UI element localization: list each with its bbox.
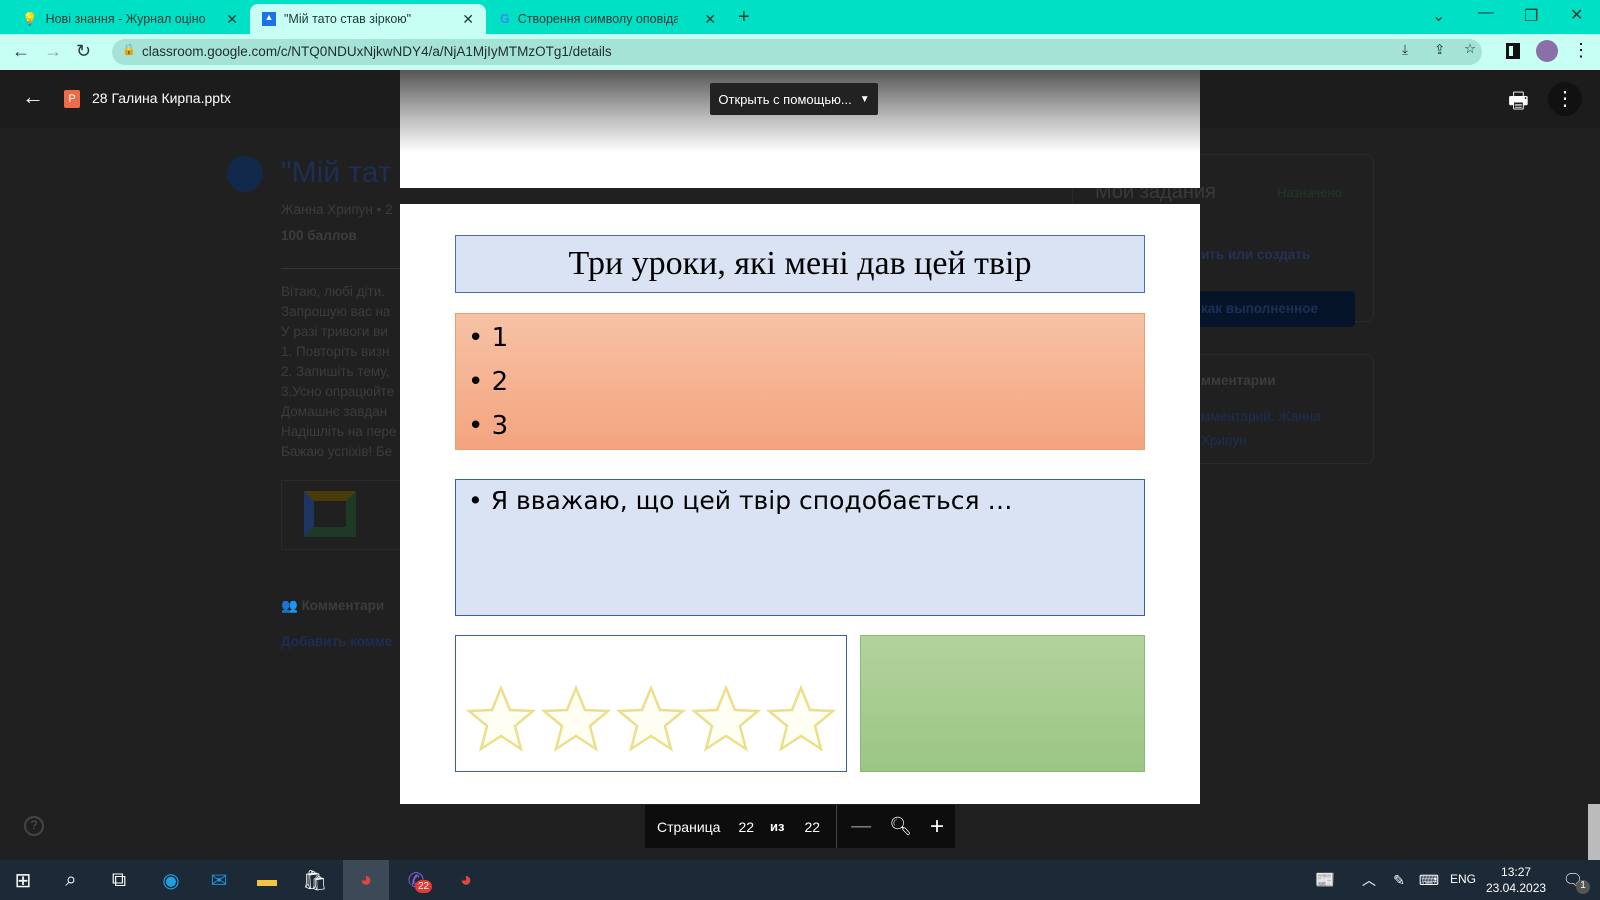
language-indicator[interactable]: ENG	[1450, 872, 1476, 886]
share-icon[interactable]: ⇪	[1434, 42, 1445, 58]
close-tab-icon[interactable]: ✕	[704, 11, 716, 28]
scrollbar[interactable]	[1588, 804, 1600, 860]
green-box	[860, 635, 1145, 772]
file-name: 28 Галина Кирпа.pptx	[92, 90, 231, 106]
mail-icon[interactable]: ✉	[196, 860, 242, 900]
lock-icon: 🔒	[122, 44, 136, 56]
powerpoint-icon: P	[64, 90, 80, 108]
add-or-create-button[interactable]: ить или создать	[1201, 247, 1310, 262]
slide-title: Три уроки, які мені дав цей твір	[455, 235, 1145, 293]
new-tab-button[interactable]: +	[738, 6, 750, 29]
install-icon[interactable]: ⤓	[1402, 42, 1408, 58]
address-bar-row: ← → ↻ 🔒 classroom.google.com/c/NTQ0NDUxNj…	[0, 34, 1600, 70]
close-tab-icon[interactable]: ✕	[226, 11, 238, 28]
assignment-title: "Мій тат	[281, 156, 392, 189]
classroom-icon: ▲	[262, 12, 276, 26]
task-view-icon[interactable]: ⧉	[96, 860, 142, 900]
dropdown-arrow-icon: ▼	[859, 93, 870, 105]
page-navigation: Страница 22 из 22 — 🔍︎ +	[645, 805, 955, 848]
tab-bar: 💡 Нові знання - Журнал оцінок - ✕ ▲ "Мій т…	[0, 0, 1600, 34]
profile-avatar[interactable]	[1536, 40, 1558, 62]
add-private-comment-link[interactable]: мментарий: Жанна Хрипун	[1201, 405, 1321, 453]
points: 100 баллов	[281, 228, 357, 243]
reload-icon[interactable]: ↻	[76, 41, 91, 62]
chrome-menu-icon[interactable]: ⋮	[1572, 40, 1590, 61]
star-icon	[466, 685, 537, 752]
more-options-icon[interactable]: ⋮	[1548, 82, 1582, 116]
author: Жанна Хрипун • 2	[281, 202, 393, 217]
help-icon[interactable]: ?	[24, 816, 44, 836]
print-icon[interactable]: 🖶	[1508, 84, 1529, 122]
zoom-in-button[interactable]: +	[930, 813, 944, 841]
lessons-list: • 1 • 2 • 3	[455, 313, 1145, 450]
bullet-item: • 3	[468, 411, 509, 441]
side-panel-icon[interactable]	[1506, 43, 1520, 59]
close-window-button[interactable]: ✕	[1570, 5, 1583, 25]
bullet-item: • 1	[468, 323, 509, 353]
opinion-box: • Я вважаю, що цей твір сподобається …	[455, 479, 1145, 616]
store-icon[interactable]: 🛍	[292, 860, 338, 900]
page-number-input[interactable]: 22	[738, 819, 754, 835]
search-icon[interactable]: ⌕	[48, 860, 94, 900]
bullet-item: • 2	[468, 367, 509, 397]
restore-button[interactable]: ❐	[1524, 6, 1538, 26]
windows-start-icon[interactable]: ⊞	[0, 860, 46, 900]
google-icon: G	[500, 12, 510, 26]
news-widget-icon[interactable]: 📰	[1302, 860, 1348, 900]
rating-stars	[455, 635, 847, 772]
open-with-button[interactable]: Открыть с помощью... ▼	[710, 83, 878, 115]
star-icon	[690, 685, 761, 752]
url-input[interactable]: 🔒 classroom.google.com/c/NTQ0NDUxNjkwNDY4…	[112, 39, 1482, 65]
assignment-icon	[227, 156, 263, 192]
add-comment-link[interactable]: Добавить комме	[281, 634, 392, 649]
comments-label: 👥 Комментари	[281, 598, 385, 613]
people-icon: 👥	[281, 598, 302, 613]
zoom-icon[interactable]: 🔍︎	[889, 816, 912, 837]
bulb-icon: 💡	[22, 11, 38, 26]
clock[interactable]: 13:27 23.04.2023	[1486, 864, 1546, 896]
google-meet-icon	[304, 491, 356, 537]
chrome-profile-icon[interactable]: ◕	[443, 860, 489, 900]
close-tab-icon[interactable]: ✕	[462, 11, 474, 28]
back-icon[interactable]: ←	[12, 41, 30, 62]
instructions: Вітаю, любі діти. Запрошую вас на У разі т…	[281, 284, 397, 459]
zoom-out-button[interactable]: —	[851, 815, 871, 838]
file-explorer-icon[interactable]: ▬	[244, 860, 290, 900]
star-icon	[615, 685, 686, 752]
divider	[281, 268, 401, 269]
chrome-icon[interactable]: ◕	[343, 860, 389, 900]
back-arrow-icon[interactable]: ←	[22, 84, 44, 110]
tab-classroom[interactable]: ▲ "Мій тато став зіркою" ✕	[250, 4, 486, 34]
edge-icon[interactable]: ◉	[148, 860, 194, 900]
meet-attachment[interactable]	[281, 480, 401, 550]
tab-google[interactable]: GСтворення символу оповідання✕	[488, 4, 728, 34]
tab-search-icon[interactable]: ⌄	[1432, 6, 1445, 26]
star-icon	[765, 685, 836, 752]
tab-journal[interactable]: 💡 Нові знання - Журнал оцінок - ✕	[10, 4, 250, 34]
taskbar: ⊞ ⌕ ⧉ ◉ ✉ ▬ 🛍 ◕ ✆ 22 ◕ 📰 ︿ ✎ ⌨ ENG 13:27 2…	[0, 860, 1600, 900]
notifications-icon[interactable]: 🗨 1	[1550, 860, 1596, 900]
slide-page: Три уроки, які мені дав цей твір • 1 • 2…	[400, 204, 1200, 804]
minimize-button[interactable]: —	[1478, 4, 1494, 22]
bookmark-star-icon[interactable]: ☆	[1464, 41, 1476, 57]
viber-badge: 22	[415, 880, 433, 893]
viber-icon[interactable]: ✆ 22	[393, 860, 439, 900]
forward-icon[interactable]: →	[44, 41, 62, 62]
keyboard-icon[interactable]: ⌨	[1406, 860, 1452, 900]
star-icon	[541, 685, 612, 752]
